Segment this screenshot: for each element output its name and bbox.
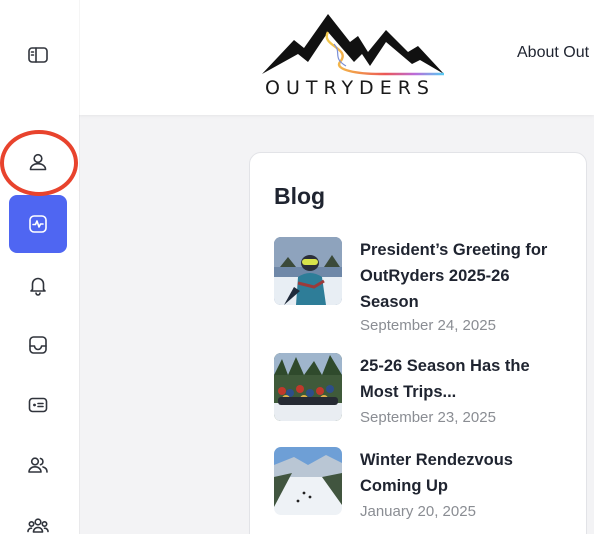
id-card-icon [28,397,48,413]
notifications-button[interactable] [9,256,67,314]
inbox-button[interactable] [9,316,67,374]
groups-button[interactable] [9,497,67,534]
blog-card: Blog President’s Greeting for OutRyders … [249,152,587,534]
inbox-icon [29,336,47,354]
post-date: September 23, 2025 [360,409,496,426]
blog-title: Blog [274,183,326,209]
site-header: OUTRYDERS About Out [79,0,594,115]
blog-post-item[interactable]: President’s Greeting for OutRyders 2025-… [274,237,574,337]
blog-post-item[interactable]: Winter Rendezvous Coming Up January 20, … [274,447,574,523]
activity-icon [29,215,47,233]
members-button[interactable] [9,436,67,494]
group-photo-image [274,353,342,421]
users-icon [28,457,48,473]
post-thumbnail [274,447,342,515]
post-title: 25-26 Season Has the Most Trips... [360,357,530,401]
membership-card-button[interactable] [9,376,67,434]
group-icon [27,518,49,533]
post-thumbnail [274,353,342,421]
blog-post-item[interactable]: 25-26 Season Has the Most Trips... Septe… [274,353,574,429]
sidebar-rail [0,0,79,534]
bell-icon [30,277,46,296]
activity-button[interactable] [9,195,67,253]
skier-portrait-image [274,237,342,305]
post-title: Winter Rendezvous Coming Up [360,451,513,495]
brand-name: OUTRYDERS [265,77,435,99]
ski-slope-image [274,447,342,515]
post-date: September 24, 2025 [360,317,496,334]
post-thumbnail [274,237,342,305]
sidebar-toggle-icon [28,47,48,63]
post-title: President’s Greeting for OutRyders 2025-… [360,241,548,311]
sidebar-toggle-button[interactable] [9,26,67,84]
nav-link-about[interactable]: About Out [517,44,589,62]
post-date: January 20, 2025 [360,503,476,520]
user-icon [29,153,47,171]
profile-button[interactable] [9,133,67,191]
